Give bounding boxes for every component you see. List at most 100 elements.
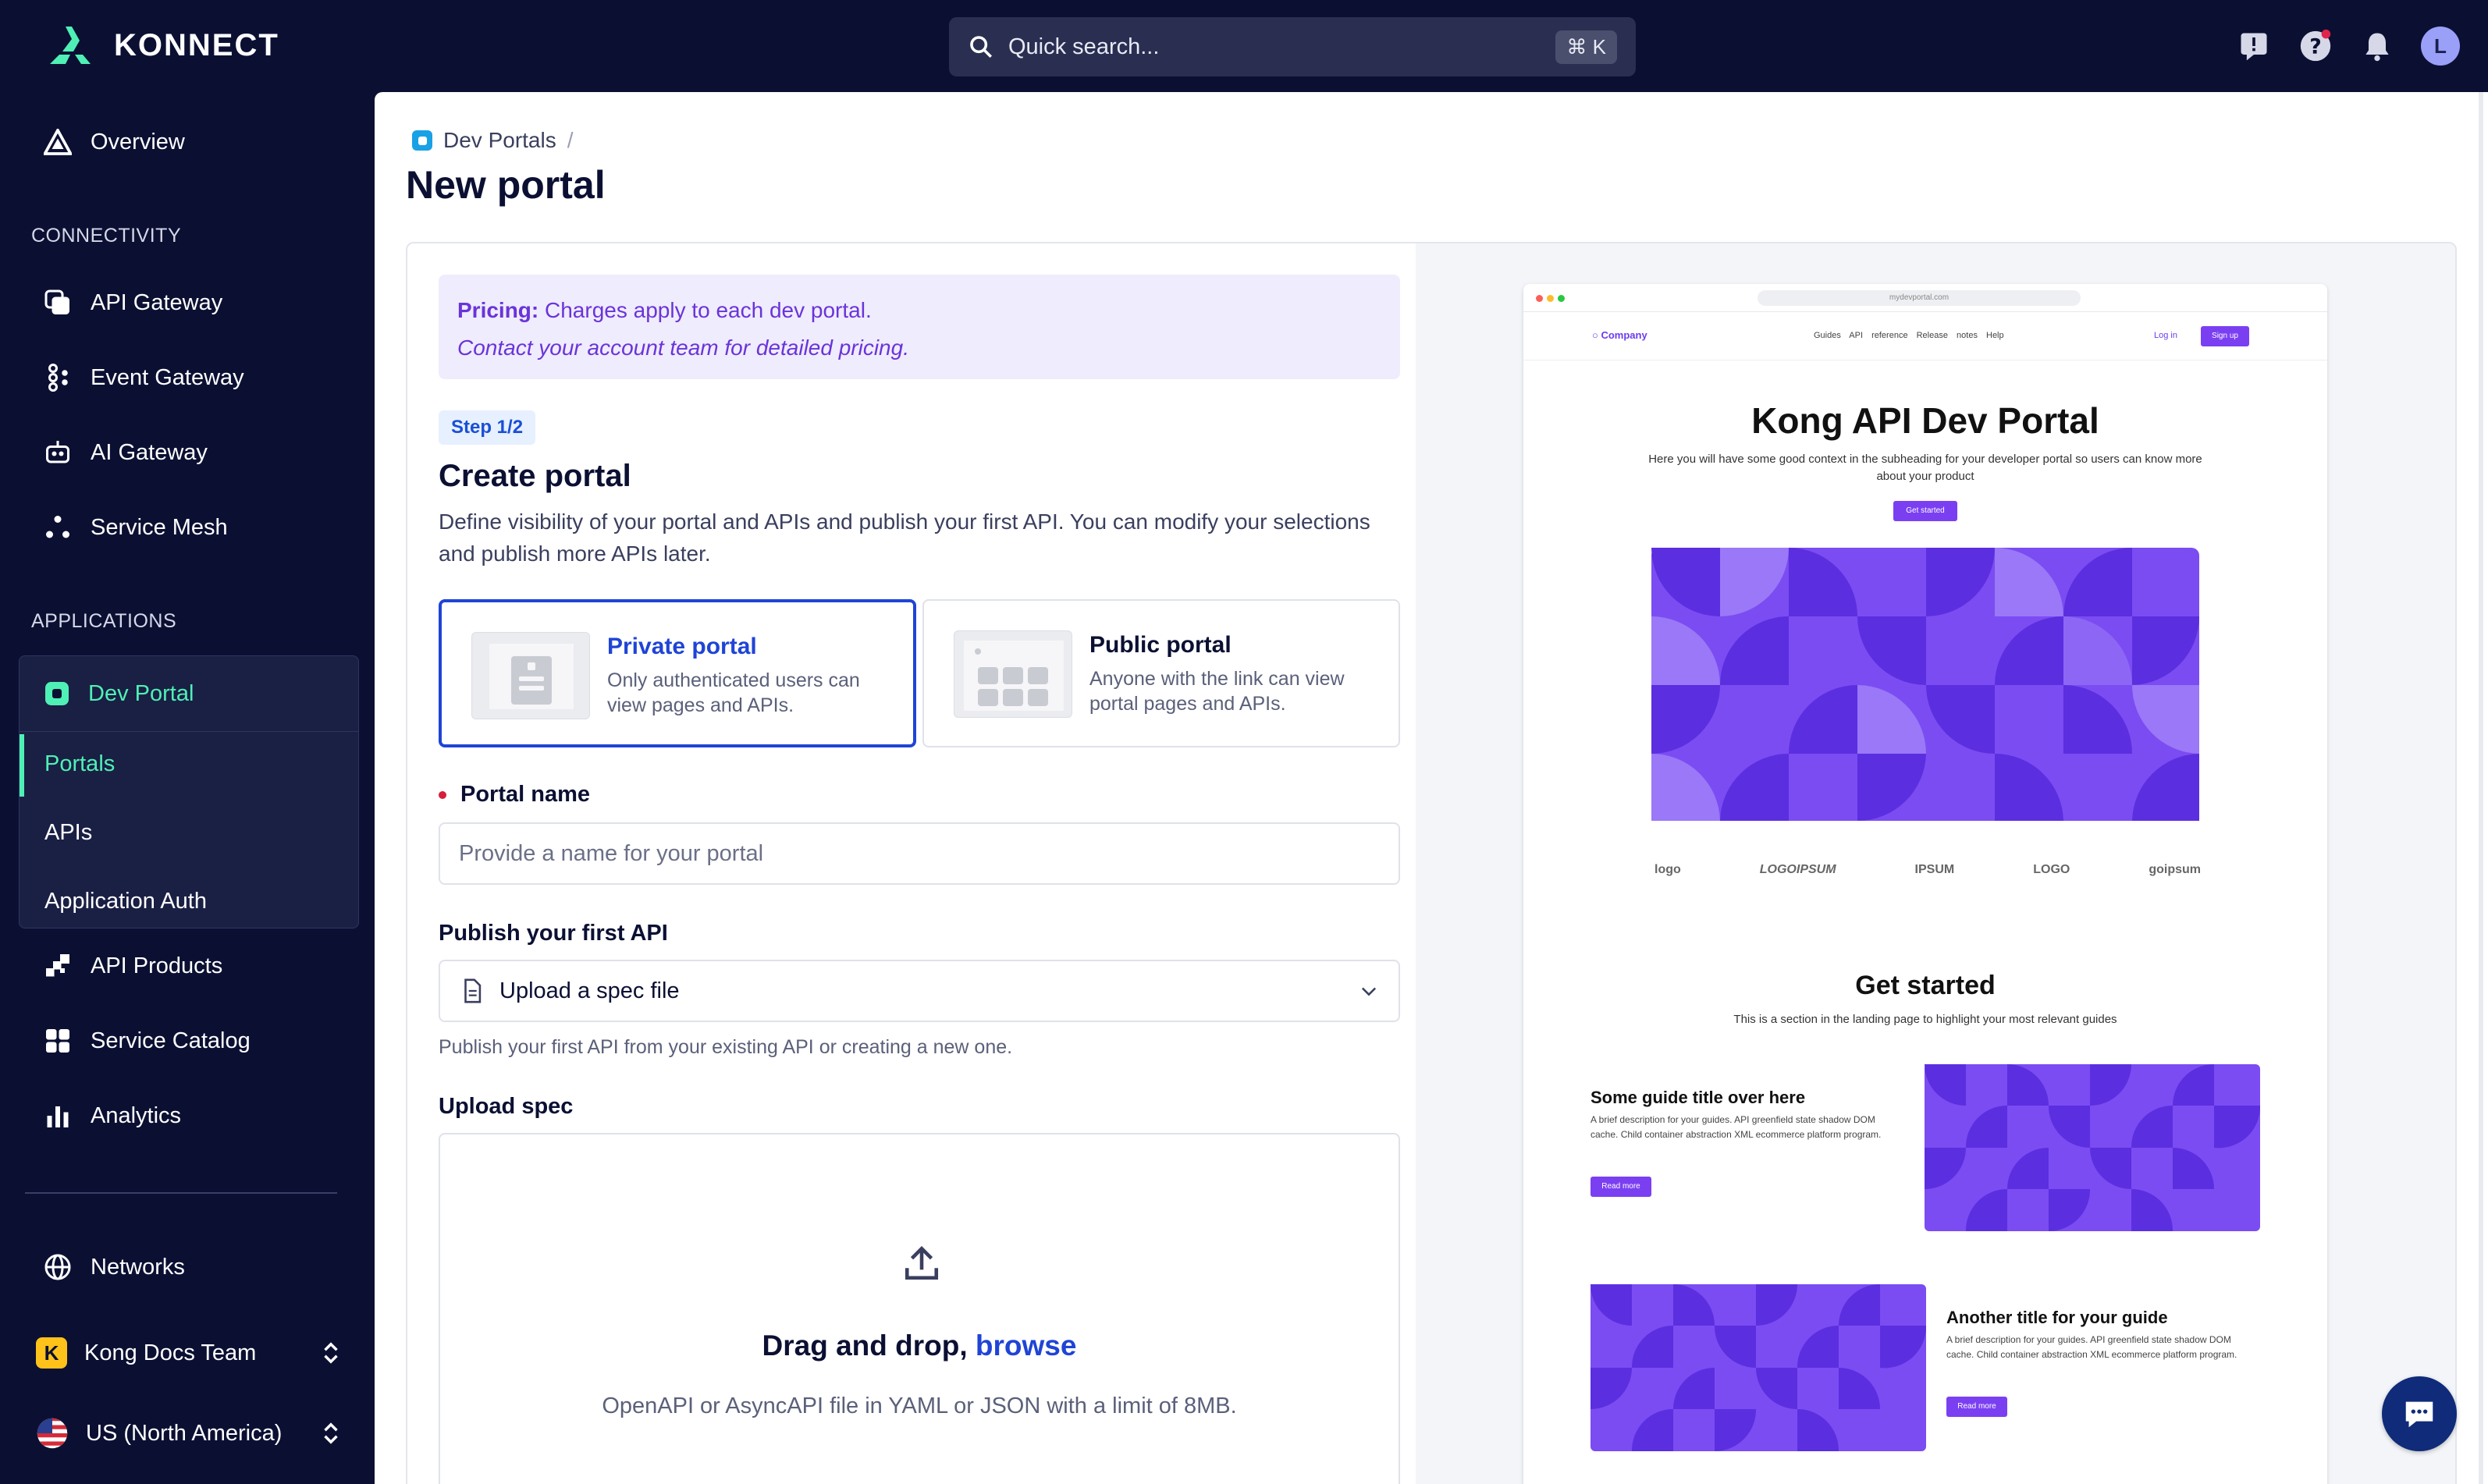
sidebar-item-label: Overview — [91, 129, 185, 154]
dev-portal-group: Dev Portal Portals APIs Application Auth — [19, 655, 359, 928]
preview-logo: LOGO — [2033, 863, 2070, 876]
preview-logo: logo — [1655, 863, 1681, 876]
search-shortcut: ⌘ K — [1555, 30, 1617, 64]
preview-guide-title: Another title for your guide — [1946, 1308, 2168, 1327]
section-title: Create portal — [439, 459, 631, 493]
main-content: Dev Portals / New portal Pricing: Charge… — [375, 92, 2488, 1484]
sidebar-item-label: Service Catalog — [91, 1028, 251, 1053]
sidebar-item-api-products[interactable]: API Products — [42, 950, 222, 982]
preview-logo: IPSUM — [1914, 863, 1955, 876]
top-bar: KONNECT Quick search... ⌘ K ? L — [0, 0, 2488, 92]
upload-dropzone[interactable]: Drag and drop, browse OpenAPI or AsyncAP… — [439, 1133, 1400, 1484]
page-title: New portal — [406, 163, 606, 207]
sidebar-item-apis[interactable]: APIs — [44, 820, 92, 846]
preview-section-sub: This is a section in the landing page to… — [1733, 1013, 2117, 1026]
public-portal-option[interactable]: Public portal Anyone with the link can v… — [922, 599, 1400, 747]
public-portal-illustration — [954, 630, 1072, 718]
private-portal-title: Private portal — [607, 634, 757, 659]
team-avatar: K — [36, 1337, 67, 1369]
preview-nav: ○ Company Guides API reference Release n… — [1523, 312, 2327, 360]
breadcrumb: Dev Portals / — [412, 128, 574, 153]
sidebar-item-event-gateway[interactable]: Event Gateway — [42, 362, 244, 393]
divider — [25, 1192, 337, 1194]
user-avatar[interactable]: L — [2421, 27, 2460, 66]
preview-section-title: Get started — [1855, 971, 1996, 1000]
region-name: US (North America) — [86, 1420, 283, 1446]
active-indicator — [20, 734, 24, 797]
kong-logo-icon — [50, 27, 91, 64]
preview-guide-button: Read more — [1591, 1177, 1651, 1197]
portal-name-placeholder: Provide a name for your portal — [459, 840, 764, 866]
preview-hero-button: Get started — [1893, 501, 1957, 521]
portal-preview: mydevportal.com ○ Company Guides API ref… — [1416, 243, 2455, 1484]
event-gateway-icon — [48, 364, 68, 392]
preview-guide-desc: A brief description for your guides. API… — [1591, 1114, 1882, 1140]
page-scrollbar[interactable] — [2479, 92, 2483, 1484]
chevron-down-icon — [1361, 987, 1377, 996]
preview-login: Log in — [2154, 331, 2177, 340]
private-portal-option[interactable]: Private portal Only authenticated users … — [439, 599, 916, 747]
public-portal-title: Public portal — [1089, 632, 1232, 658]
region-switcher[interactable]: US (North America) — [36, 1417, 340, 1450]
sidebar-item-label: API Products — [91, 953, 223, 978]
sidebar-item-networks[interactable]: Networks — [42, 1251, 185, 1283]
sidebar-item-dev-portal[interactable]: Dev Portal — [43, 680, 194, 708]
required-indicator — [439, 791, 446, 800]
preview-browser: mydevportal.com ○ Company Guides API ref… — [1523, 284, 2327, 1484]
sidebar-item-ai-gateway[interactable]: AI Gateway — [42, 437, 208, 468]
sidebar-item-service-catalog[interactable]: Service Catalog — [42, 1025, 251, 1056]
portal-name-input[interactable]: Provide a name for your portal — [439, 822, 1400, 885]
preview-url: mydevportal.com — [1758, 290, 2081, 306]
app-logo[interactable]: KONNECT — [45, 23, 279, 67]
preview-hero-title: Kong API Dev Portal — [1751, 400, 2099, 441]
upload-spec-label: Upload spec — [439, 1094, 574, 1119]
search-icon — [970, 36, 993, 59]
sidebar-item-portals[interactable]: Portals — [44, 751, 115, 777]
new-portal-card: Pricing: Charges apply to each dev porta… — [406, 242, 2457, 1484]
app-name: KONNECT — [114, 27, 279, 62]
help-icon[interactable]: ? — [2298, 28, 2333, 64]
sidebar-item-label: Event Gateway — [91, 364, 244, 390]
team-name: Kong Docs Team — [84, 1340, 257, 1365]
preview-logo: LOGOIPSUM — [1759, 863, 1836, 876]
preview-guide-desc: A brief description for your guides. API… — [1946, 1334, 2237, 1360]
section-description: Define visibility of your portal and API… — [439, 509, 1370, 566]
search-placeholder: Quick search... — [1008, 34, 1160, 59]
upload-icon — [905, 1246, 939, 1280]
file-icon — [464, 978, 482, 1003]
team-switcher[interactable]: K Kong Docs Team — [36, 1337, 340, 1369]
preview-logos: logo LOGOIPSUM IPSUM LOGO goipsum — [1655, 863, 2201, 877]
sidebar-item-label: AI Gateway — [91, 439, 208, 465]
sidebar: Overview CONNECTIVITY API Gateway Event … — [0, 92, 375, 1484]
dev-portals-icon — [412, 130, 432, 151]
divider — [20, 731, 358, 732]
sidebar-item-application-auth[interactable]: Application Auth — [44, 889, 207, 914]
sidebar-item-label: API Gateway — [91, 289, 223, 315]
bell-icon[interactable] — [2360, 29, 2394, 63]
api-gateway-icon — [44, 289, 69, 314]
sidebar-item-api-gateway[interactable]: API Gateway — [42, 287, 222, 318]
sidebar-item-overview[interactable]: Overview — [42, 126, 185, 158]
breadcrumb-separator: / — [567, 128, 574, 152]
feedback-icon[interactable] — [2237, 29, 2271, 63]
sidebar-item-analytics[interactable]: Analytics — [42, 1100, 181, 1131]
robot-icon — [46, 441, 69, 463]
quick-search[interactable]: Quick search... ⌘ K — [949, 17, 1636, 76]
pricing-alert: Pricing: Charges apply to each dev porta… — [439, 275, 1400, 379]
overview-icon — [44, 129, 72, 155]
preview-guide-button: Read more — [1946, 1397, 2007, 1417]
publish-api-select[interactable]: Upload a spec file — [439, 960, 1400, 1022]
section-label-applications: APPLICATIONS — [31, 610, 177, 632]
us-flag-icon — [37, 1418, 68, 1449]
chat-button[interactable] — [2382, 1376, 2457, 1451]
public-portal-desc: Anyone with the link can view portal pag… — [1089, 668, 1345, 715]
breadcrumb-dev-portals[interactable]: Dev Portals — [443, 128, 556, 153]
step-badge: Step 1/2 — [439, 410, 536, 445]
sidebar-item-service-mesh[interactable]: Service Mesh — [42, 512, 228, 543]
sidebar-item-label: Analytics — [91, 1102, 182, 1128]
browse-link[interactable]: browse — [976, 1330, 1077, 1362]
upload-title: Drag and drop, browse — [762, 1330, 1077, 1362]
pricing-contact: Contact your account team for detailed p… — [457, 335, 909, 360]
chat-icon — [2405, 1401, 2433, 1428]
publish-api-label: Publish your first API — [439, 921, 668, 946]
